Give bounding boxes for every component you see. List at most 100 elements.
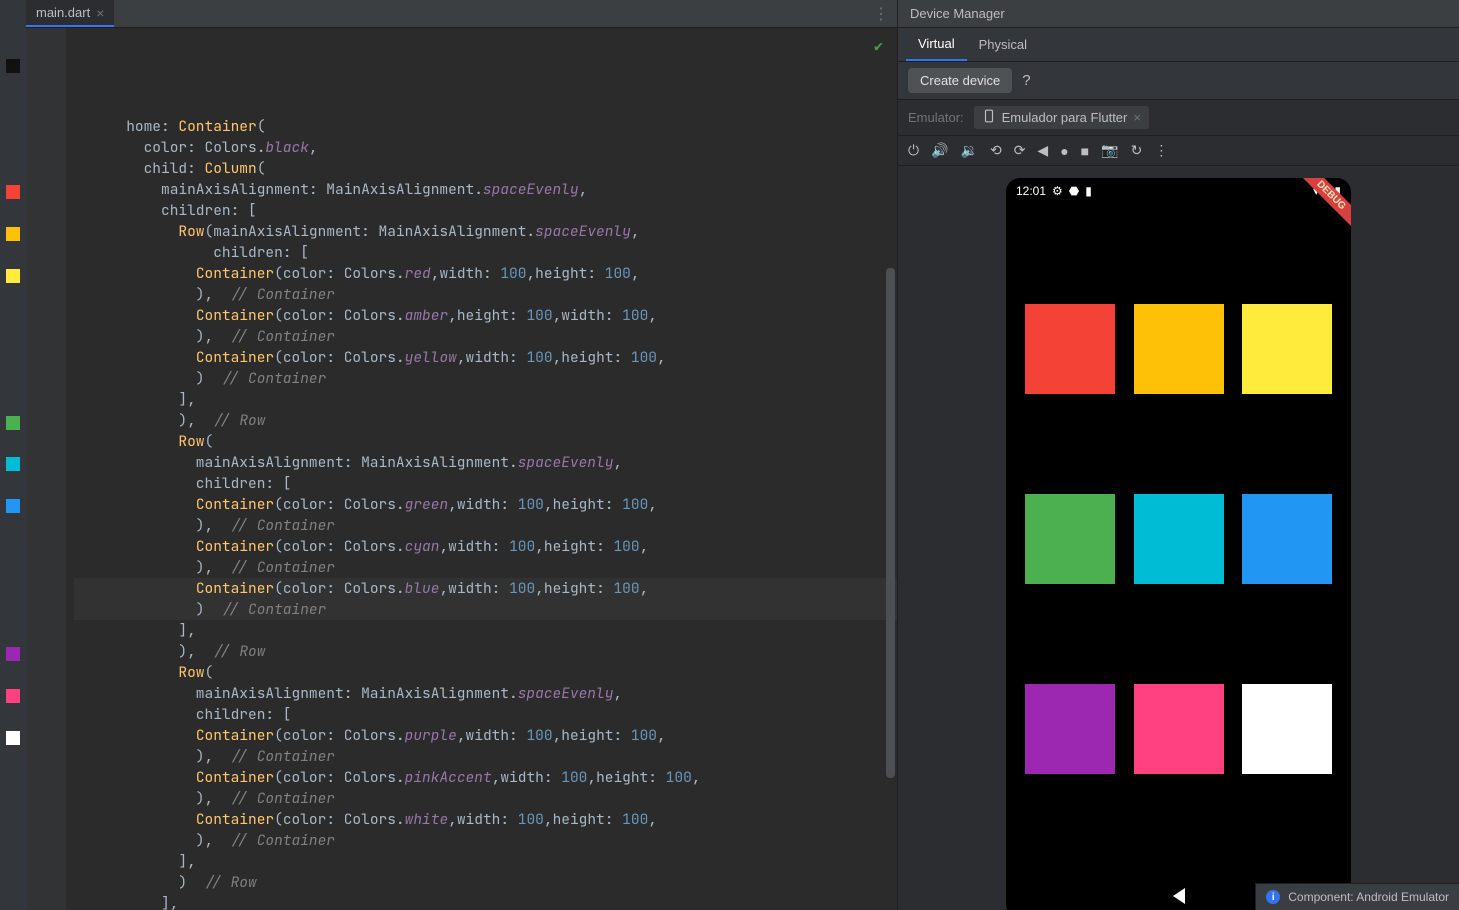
code-line[interactable]: Container(color: Colors.blue,width: 100,… — [74, 578, 897, 599]
color-box — [1025, 304, 1115, 394]
device-manager-panel: Device Manager Virtual Physical Create d… — [897, 0, 1459, 910]
code-line[interactable]: ), // Container — [74, 284, 897, 305]
code-line[interactable]: children: [ — [74, 200, 897, 221]
fold-gutter — [26, 28, 66, 910]
record-icon[interactable]: ● — [1060, 143, 1068, 159]
code-line[interactable]: ), // Container — [74, 830, 897, 851]
code-line[interactable]: Container(color: Colors.red,width: 100,h… — [74, 263, 897, 284]
close-device-icon[interactable]: × — [1133, 110, 1141, 125]
code-line[interactable]: Container(color: Colors.yellow,width: 10… — [74, 347, 897, 368]
code-line[interactable]: ), // Container — [74, 326, 897, 347]
app-body — [1006, 204, 1351, 874]
code-line[interactable]: Row( — [74, 431, 897, 452]
code-line[interactable]: children: [ — [74, 704, 897, 725]
banner-text: Component: Android Emulator — [1288, 890, 1449, 904]
screenshot-icon[interactable]: 📷 — [1101, 142, 1118, 159]
scrollbar[interactable] — [886, 268, 895, 778]
tab-physical[interactable]: Physical — [967, 29, 1039, 60]
code-area[interactable]: ✔ home: Container( color: Colors.black, … — [66, 28, 897, 910]
shield-icon: ⬣ — [1069, 184, 1079, 198]
help-icon[interactable]: ? — [1022, 72, 1030, 89]
code-line[interactable]: ), // Container — [74, 557, 897, 578]
nav-back-icon[interactable] — [1173, 888, 1185, 904]
color-box — [1242, 684, 1332, 774]
close-icon[interactable]: × — [96, 5, 104, 21]
code-line[interactable]: Row(mainAxisAlignment: MainAxisAlignment… — [74, 221, 897, 242]
app-row — [1006, 494, 1351, 584]
color-box — [1025, 494, 1115, 584]
code-line[interactable]: ), // Container — [74, 788, 897, 809]
app-row — [1006, 304, 1351, 394]
code-line[interactable]: children: [ — [74, 473, 897, 494]
code-line[interactable]: ], — [74, 389, 897, 410]
rotate-left-icon[interactable]: ⟲ — [990, 142, 1002, 159]
code-line[interactable]: ], — [74, 851, 897, 872]
gear-icon: ⚙ — [1052, 184, 1063, 198]
code-line[interactable]: mainAxisAlignment: MainAxisAlignment.spa… — [74, 683, 897, 704]
reload-icon[interactable]: ↻ — [1131, 142, 1143, 159]
tab-label: main.dart — [36, 5, 90, 20]
gutter-swatch[interactable] — [6, 499, 20, 513]
gutter-swatch[interactable] — [6, 731, 20, 745]
code-line[interactable]: Container(color: Colors.white,width: 100… — [74, 809, 897, 830]
code-line[interactable]: color: Colors.black, — [74, 137, 897, 158]
rotate-right-icon[interactable]: ⟳ — [1014, 142, 1026, 159]
code-line[interactable]: children: [ — [74, 242, 897, 263]
code-line[interactable]: ], — [74, 893, 897, 910]
info-icon: i — [1266, 890, 1280, 904]
code-line[interactable]: ) // Container — [74, 368, 897, 389]
device-manager-title: Device Manager — [898, 0, 1459, 28]
code-line[interactable]: Row( — [74, 662, 897, 683]
gutter-swatch[interactable] — [6, 416, 20, 430]
code-line[interactable]: ), // Container — [74, 746, 897, 767]
gutter-swatch[interactable] — [6, 227, 20, 241]
gutter-swatch[interactable] — [6, 59, 20, 73]
phone-frame[interactable]: 12:01 ⚙ ⬣ ▮ ▾ ◢ ▮ DEBUG — [1006, 178, 1351, 910]
editor-tab-main[interactable]: main.dart × — [26, 0, 114, 27]
code-line[interactable]: ), // Container — [74, 515, 897, 536]
stop-icon[interactable]: ■ — [1081, 143, 1089, 159]
emulator-controls: ⏻ 🔊 🔉 ⟲ ⟳ ◀ ● ■ 📷 ↻ ⋮ — [898, 136, 1459, 166]
editor-tabbar: main.dart × ⋮ — [26, 0, 897, 28]
code-line[interactable]: ), // Row — [74, 410, 897, 431]
power-icon[interactable]: ⏻ — [908, 142, 919, 159]
code-line[interactable]: Container(color: Colors.purple,width: 10… — [74, 725, 897, 746]
gutter-swatch[interactable] — [6, 185, 20, 199]
code-line[interactable]: ) // Container — [74, 599, 897, 620]
gutter-swatch[interactable] — [6, 689, 20, 703]
device-manager-toolbar: Create device ? — [898, 62, 1459, 100]
code-line[interactable]: ], — [74, 620, 897, 641]
gutter-swatch[interactable] — [6, 647, 20, 661]
gutter-swatch[interactable] — [6, 269, 20, 283]
emulator-viewport: 12:01 ⚙ ⬣ ▮ ▾ ◢ ▮ DEBUG — [898, 166, 1459, 910]
tab-virtual[interactable]: Virtual — [906, 28, 967, 61]
volume-up-icon[interactable]: 🔊 — [931, 142, 948, 159]
status-time: 12:01 — [1016, 184, 1046, 198]
code-line[interactable]: Container(color: Colors.cyan,width: 100,… — [74, 536, 897, 557]
editor-panel: main.dart × ⋮ ✔ home: Container( color: … — [26, 0, 897, 910]
code-line[interactable]: ), // Row — [74, 641, 897, 662]
code-line[interactable]: Container(color: Colors.pinkAccent,width… — [74, 767, 897, 788]
color-gutter — [0, 0, 26, 910]
phone-status-bar: 12:01 ⚙ ⬣ ▮ ▾ ◢ ▮ — [1006, 178, 1351, 204]
code-line[interactable]: Container(color: Colors.green,width: 100… — [74, 494, 897, 515]
code-line[interactable]: child: Column( — [74, 158, 897, 179]
volume-down-icon[interactable]: 🔉 — [961, 142, 978, 159]
device-manager-tabs: Virtual Physical — [898, 28, 1459, 62]
create-device-button[interactable]: Create device — [908, 68, 1012, 93]
code-line[interactable]: mainAxisAlignment: MainAxisAlignment.spa… — [74, 452, 897, 473]
code-line[interactable]: ) // Row — [74, 872, 897, 893]
code-line[interactable]: Container(color: Colors.amber,height: 10… — [74, 305, 897, 326]
device-pill[interactable]: Emulador para Flutter × — [974, 106, 1149, 129]
code-line[interactable]: home: Container( — [74, 116, 897, 137]
emulator-row: Emulator: Emulador para Flutter × — [898, 100, 1459, 136]
back-icon[interactable]: ◀ — [1037, 142, 1048, 159]
gutter-swatch[interactable] — [6, 457, 20, 471]
overflow-icon[interactable]: ⋮ — [1154, 142, 1168, 159]
code-line[interactable]: mainAxisAlignment: MainAxisAlignment.spa… — [74, 179, 897, 200]
app-row — [1006, 684, 1351, 774]
color-box — [1242, 304, 1332, 394]
more-icon[interactable]: ⋮ — [865, 4, 897, 24]
color-box — [1134, 684, 1224, 774]
phone-icon — [982, 109, 996, 126]
